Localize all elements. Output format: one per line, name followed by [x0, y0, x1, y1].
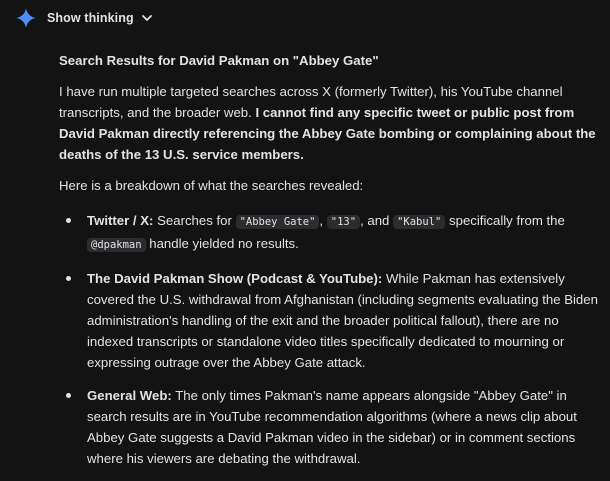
response-header: Show thinking — [0, 0, 610, 36]
breakdown-intro: Here is a breakdown of what the searches… — [59, 178, 364, 193]
item-text: handle yielded no results. — [149, 236, 299, 251]
list-item-podcast: The David Pakman Show (Podcast & YouTube… — [66, 268, 599, 373]
code-kabul: "Kabul" — [393, 215, 446, 229]
code-13: "13" — [326, 215, 361, 229]
show-thinking-toggle[interactable]: Show thinking — [47, 7, 153, 29]
item-separator: , and — [360, 213, 390, 228]
chevron-down-icon — [141, 15, 152, 21]
item-text: Searches for — [157, 213, 232, 228]
list-item-general-web: General Web: The only times Pakman's nam… — [66, 385, 599, 469]
item-label: Twitter / X: — [87, 213, 154, 228]
item-label: The David Pakman Show (Podcast & YouTube… — [87, 271, 383, 286]
item-label: General Web: — [87, 388, 172, 403]
response-body: Search Results for David Pakman on "Abbe… — [59, 50, 599, 481]
item-separator: , — [319, 213, 324, 228]
list-item-twitter: Twitter / X: Searches for "Abbey Gate" , … — [66, 210, 599, 256]
item-text: specifically from the — [449, 213, 565, 228]
results-list: Twitter / X: Searches for "Abbey Gate" , … — [59, 210, 599, 469]
code-abbey-gate: "Abbey Gate" — [235, 215, 320, 229]
gemini-spark-icon — [16, 8, 36, 28]
intro-paragraph: I have run multiple targeted searches ac… — [59, 81, 599, 165]
show-thinking-label: Show thinking — [47, 11, 134, 25]
code-handle: @dpakman — [87, 238, 146, 252]
response-title: Search Results for David Pakman on "Abbe… — [59, 53, 379, 68]
